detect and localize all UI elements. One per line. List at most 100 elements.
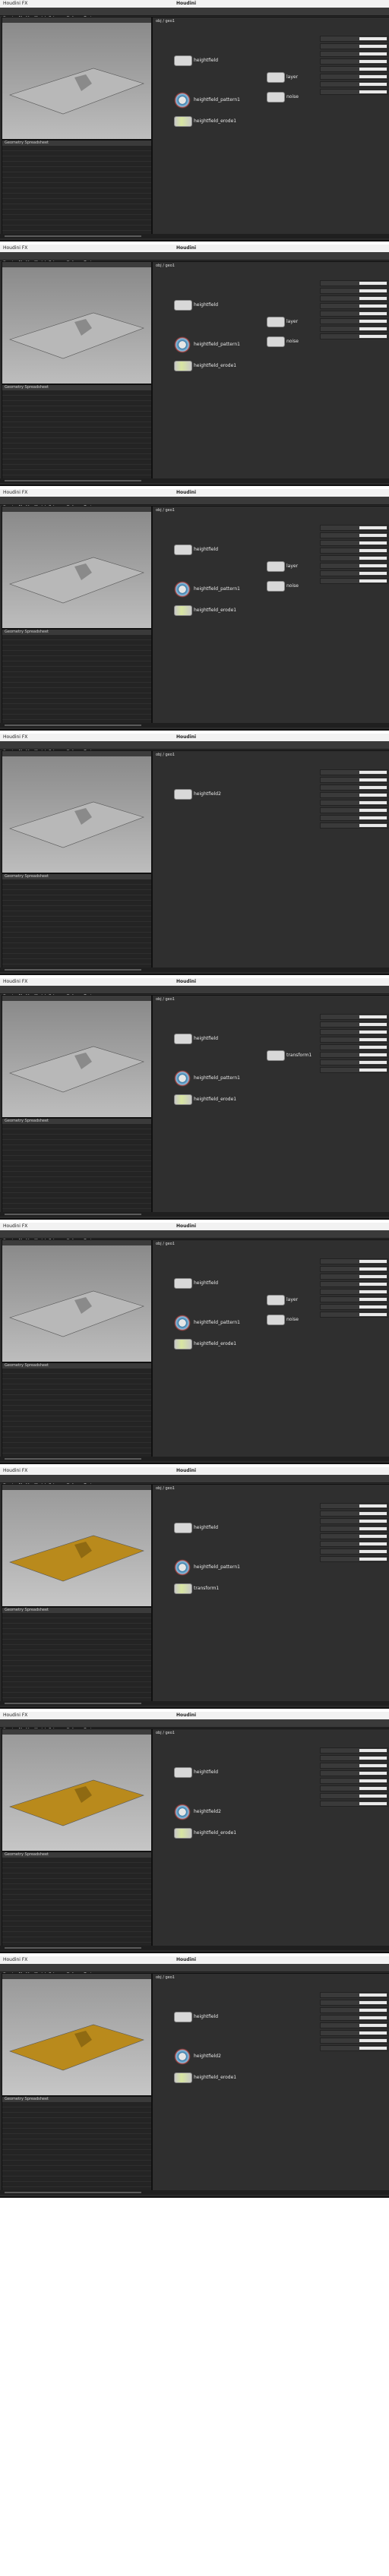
parameter-field[interactable] — [359, 2001, 387, 2004]
parameter-field[interactable] — [359, 534, 387, 537]
geometry-spreadsheet[interactable]: Geometry Spreadsheet — [2, 140, 152, 235]
parameter-field[interactable] — [359, 809, 387, 812]
parameter-row[interactable] — [320, 822, 388, 829]
timeline-bar[interactable] — [0, 1212, 389, 1217]
parameter-row[interactable] — [320, 2045, 388, 2051]
parameter-field[interactable] — [359, 1283, 387, 1286]
geometry-spreadsheet[interactable]: Geometry Spreadsheet — [2, 873, 152, 969]
timeline-bar[interactable] — [0, 2190, 389, 2195]
network-editor[interactable]: obj / geo1 heightfield heightfield_pattern… — [152, 1239, 389, 1461]
geometry-spreadsheet[interactable]: Geometry Spreadsheet — [2, 1852, 152, 1947]
parameter-row[interactable] — [320, 1770, 388, 1776]
geometry-spreadsheet[interactable]: Geometry Spreadsheet — [2, 1362, 152, 1458]
parameter-field[interactable] — [359, 1267, 387, 1271]
parameter-field[interactable] — [359, 1802, 387, 1805]
network-node[interactable] — [174, 789, 192, 800]
parameter-field[interactable] — [359, 1053, 387, 1056]
geometry-spreadsheet[interactable]: Geometry Spreadsheet — [2, 384, 152, 480]
network-node[interactable] — [267, 581, 285, 592]
parameter-field[interactable] — [359, 1023, 387, 1026]
timeline-range[interactable] — [5, 1703, 141, 1704]
parameter-field[interactable] — [359, 1779, 387, 1782]
network-node[interactable] — [174, 1034, 192, 1044]
parameter-field[interactable] — [359, 327, 387, 330]
parameter-row[interactable] — [320, 311, 388, 317]
parameter-row[interactable] — [320, 525, 388, 531]
network-editor[interactable]: obj / geo1 heightfield heightfield_pattern… — [152, 1484, 389, 1706]
network-node[interactable] — [174, 545, 192, 555]
parameter-row[interactable] — [320, 815, 388, 821]
parameter-field[interactable] — [359, 90, 387, 93]
parameter-row[interactable] — [320, 1021, 388, 1028]
parameter-row[interactable] — [320, 563, 388, 569]
network-node[interactable] — [267, 1295, 285, 1305]
parameter-row[interactable] — [320, 1289, 388, 1295]
parameter-row[interactable] — [320, 784, 388, 791]
parameter-row[interactable] — [320, 303, 388, 309]
timeline-bar[interactable] — [0, 1457, 389, 1461]
timeline-bar[interactable] — [0, 723, 389, 728]
network-node[interactable] — [174, 2072, 192, 2083]
scene-viewport[interactable]: Scene View — [2, 17, 152, 140]
parameter-field[interactable] — [359, 45, 387, 48]
scene-viewport[interactable]: Scene View — [2, 995, 152, 1118]
network-node[interactable] — [267, 561, 285, 572]
parameter-field[interactable] — [359, 1795, 387, 1798]
timeline-range[interactable] — [5, 480, 141, 481]
parameter-field[interactable] — [359, 1313, 387, 1316]
parameter-field[interactable] — [359, 549, 387, 552]
parameter-field[interactable] — [359, 1038, 387, 1041]
network-node[interactable] — [174, 1583, 192, 1594]
network-node[interactable] — [174, 581, 191, 598]
timeline-range[interactable] — [5, 1214, 141, 1215]
parameter-row[interactable] — [320, 1793, 388, 1799]
parameter-row[interactable] — [320, 540, 388, 546]
viewport-canvas[interactable] — [2, 1001, 151, 1117]
parameter-row[interactable] — [320, 2038, 388, 2044]
parameter-field[interactable] — [359, 2031, 387, 2035]
parameter-row[interactable] — [320, 1526, 388, 1532]
parameter-row[interactable] — [320, 74, 388, 80]
parameter-panel[interactable] — [320, 525, 388, 586]
timeline-bar[interactable] — [0, 478, 389, 483]
parameter-panel[interactable] — [320, 36, 388, 96]
network-node[interactable] — [174, 1339, 192, 1350]
scene-viewport[interactable]: Scene View — [2, 1239, 152, 1362]
parameter-field[interactable] — [359, 1061, 387, 1064]
parameter-field[interactable] — [359, 37, 387, 40]
parameter-field[interactable] — [359, 1535, 387, 1538]
parameter-row[interactable] — [320, 1281, 388, 1287]
parameter-row[interactable] — [320, 1992, 388, 1998]
viewport-canvas[interactable] — [2, 267, 151, 384]
network-node[interactable] — [174, 1523, 192, 1533]
viewport-canvas[interactable] — [2, 512, 151, 628]
parameter-field[interactable] — [359, 2009, 387, 2012]
timeline-range[interactable] — [5, 969, 141, 971]
parameter-row[interactable] — [320, 2030, 388, 2036]
parameter-row[interactable] — [320, 792, 388, 798]
parameter-panel[interactable] — [320, 1747, 388, 1808]
parameter-field[interactable] — [359, 816, 387, 819]
viewport-canvas[interactable] — [2, 1979, 151, 2095]
parameter-panel[interactable] — [320, 280, 388, 341]
network-node[interactable] — [174, 605, 192, 616]
scene-viewport[interactable]: Scene View — [2, 1973, 152, 2096]
parameter-field[interactable] — [359, 1504, 387, 1507]
parameter-panel[interactable] — [320, 1258, 388, 1319]
parameter-field[interactable] — [359, 1787, 387, 1790]
parameter-row[interactable] — [320, 1548, 388, 1555]
network-node[interactable] — [174, 55, 192, 66]
network-editor[interactable]: obj / geo1 heightfield heightfield_pattern… — [152, 17, 389, 238]
parameter-field[interactable] — [359, 2039, 387, 2042]
parameter-row[interactable] — [320, 2015, 388, 2021]
network-editor[interactable]: obj / geo1 heightfield heightfield_pattern… — [152, 506, 389, 728]
timeline-bar[interactable] — [0, 968, 389, 972]
parameter-field[interactable] — [359, 1031, 387, 1034]
parameter-field[interactable] — [359, 320, 387, 323]
network-node[interactable] — [174, 1094, 192, 1105]
network-node[interactable] — [174, 1767, 192, 1778]
viewport-canvas[interactable] — [2, 23, 151, 139]
geometry-spreadsheet[interactable]: Geometry Spreadsheet — [2, 629, 152, 724]
parameter-field[interactable] — [359, 1550, 387, 1553]
network-node[interactable] — [174, 2048, 191, 2065]
